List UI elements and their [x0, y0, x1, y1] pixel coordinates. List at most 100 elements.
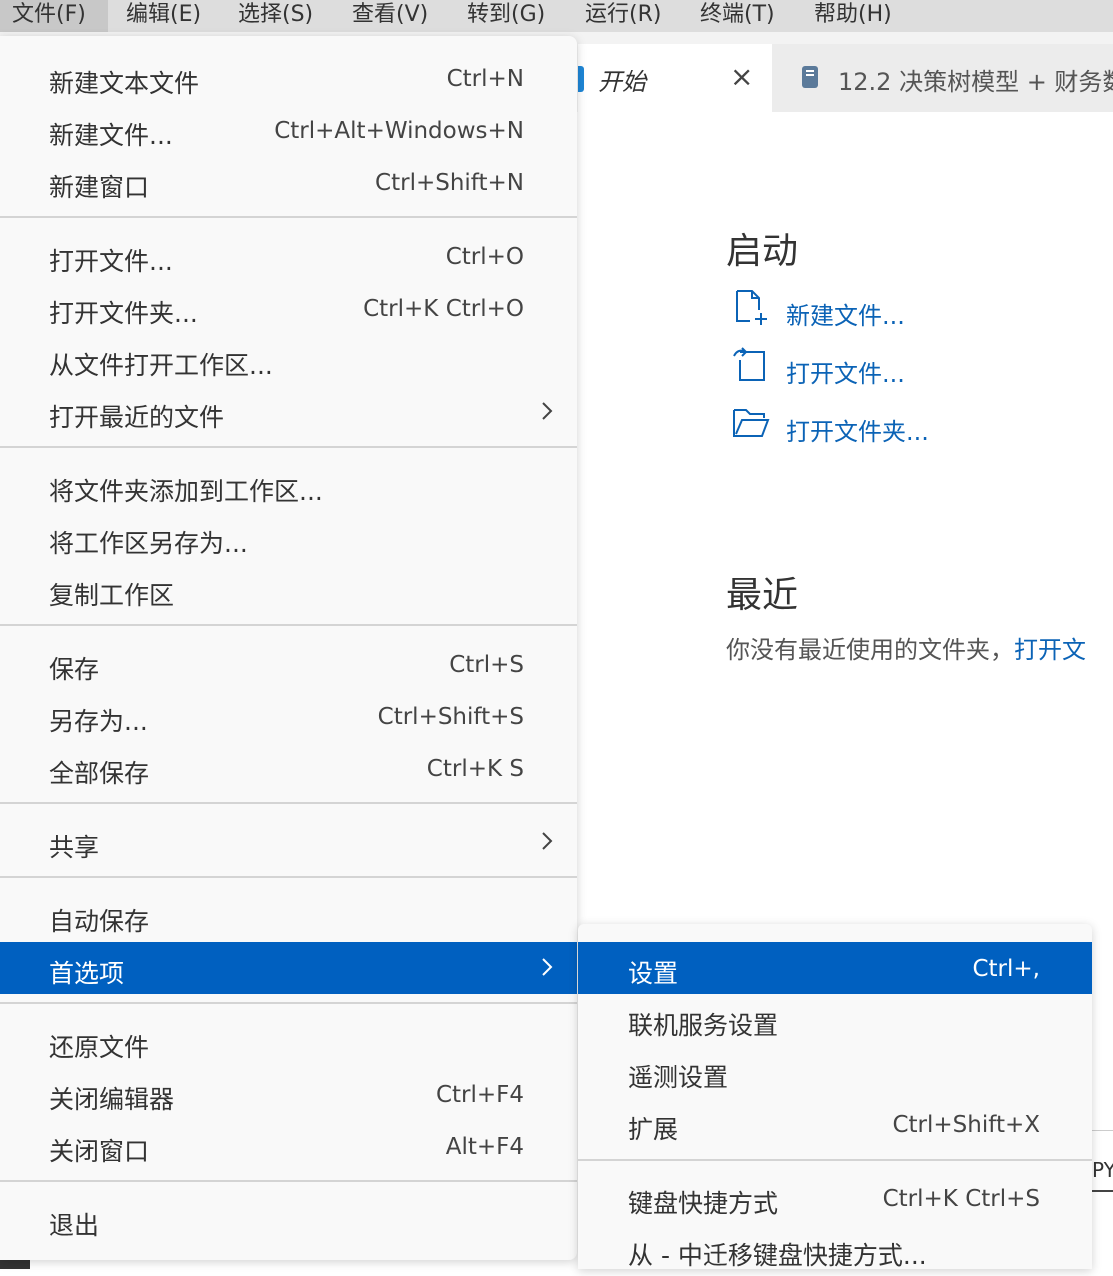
- menu-separator: [0, 446, 577, 448]
- menu-item-save-as[interactable]: 另存为... Ctrl+Shift+S: [0, 690, 577, 742]
- chevron-right-icon: [542, 402, 553, 420]
- menu-item-preferences[interactable]: 首选项: [0, 942, 577, 994]
- menu-separator: [0, 876, 577, 878]
- open-folder-link[interactable]: 打开文件夹...: [786, 412, 929, 447]
- recent-heading: 最近: [726, 575, 799, 616]
- menu-terminal[interactable]: 终端(T): [700, 0, 775, 32]
- submenu-item-label: 从 - 中迁移键盘快捷方式...: [628, 1241, 927, 1270]
- menu-item-close-editor[interactable]: 关闭编辑器 Ctrl+F4: [0, 1068, 577, 1120]
- file-menu: 新建文本文件 Ctrl+N 新建文件... Ctrl+Alt+Windows+N…: [0, 36, 577, 1260]
- menu-separator: [0, 624, 577, 626]
- menu-item-label: 新建文本文件: [49, 69, 200, 98]
- recent-message: 你没有最近使用的文件夹，: [726, 636, 1014, 664]
- menu-bar: 文件(F) 编辑(E) 选择(S) 查看(V) 转到(G) 运行(R) 终端(T…: [0, 0, 1113, 32]
- menu-item-open-recent[interactable]: 打开最近的文件: [0, 386, 577, 438]
- menu-edit[interactable]: 编辑(E): [126, 0, 201, 32]
- close-icon[interactable]: ×: [730, 60, 753, 93]
- submenu-item-label: 扩展: [628, 1115, 679, 1144]
- submenu-item-telemetry[interactable]: 遥测设置: [578, 1046, 1092, 1098]
- chevron-right-icon: [542, 832, 553, 850]
- menu-run[interactable]: 运行(R): [585, 0, 661, 32]
- menu-item-label: 自动保存: [49, 907, 150, 936]
- menu-item-shortcut: Ctrl+F4: [435, 1082, 524, 1108]
- start-heading: 启动: [726, 231, 799, 272]
- menu-item-shortcut: Ctrl+O: [445, 244, 524, 270]
- panel-divider: [1092, 1130, 1113, 1131]
- menu-item-open-workspace[interactable]: 从文件打开工作区...: [0, 334, 577, 386]
- submenu-item-keyboard-shortcuts[interactable]: 键盘快捷方式 Ctrl+K Ctrl+S: [578, 1172, 1092, 1224]
- menu-item-add-folder-workspace[interactable]: 将文件夹添加到工作区...: [0, 460, 577, 512]
- tab-accent: [578, 66, 584, 92]
- menu-item-open-folder[interactable]: 打开文件夹... Ctrl+K Ctrl+O: [0, 282, 577, 334]
- notebook-icon: [802, 66, 818, 88]
- tab-notebook-label: 12.2 决策树模型 + 财务数: [838, 68, 1113, 96]
- menu-item-shortcut: Ctrl+N: [446, 66, 524, 92]
- menu-item-auto-save[interactable]: 自动保存: [0, 890, 577, 942]
- menu-selection[interactable]: 选择(S): [238, 0, 313, 32]
- submenu-item-label: 键盘快捷方式: [628, 1189, 779, 1218]
- open-file-link[interactable]: 打开文件...: [786, 354, 905, 389]
- open-file-icon: [733, 347, 765, 381]
- menu-item-revert-file[interactable]: 还原文件: [0, 1016, 577, 1068]
- submenu-item-shortcut: Ctrl+,: [972, 956, 1040, 982]
- menu-item-new-text-file[interactable]: 新建文本文件 Ctrl+N: [0, 52, 577, 104]
- menu-item-duplicate-workspace[interactable]: 复制工作区: [0, 564, 577, 616]
- menu-item-label: 还原文件: [49, 1033, 150, 1062]
- submenu-item-settings[interactable]: 设置 Ctrl+,: [578, 942, 1092, 994]
- menu-item-label: 打开文件...: [49, 247, 173, 276]
- menu-item-label: 新建文件...: [49, 121, 173, 150]
- submenu-item-shortcut: Ctrl+K Ctrl+S: [882, 1186, 1040, 1212]
- menu-item-label: 全部保存: [49, 759, 150, 788]
- open-folder-inline-link[interactable]: 打开文: [1014, 636, 1086, 664]
- menu-separator: [0, 216, 577, 218]
- open-folder-icon: [733, 409, 770, 437]
- menu-item-shortcut: Ctrl+S: [449, 652, 524, 678]
- menu-separator: [0, 802, 577, 804]
- submenu-item-label: 设置: [628, 959, 679, 988]
- menu-item-exit[interactable]: 退出: [0, 1194, 577, 1246]
- menu-item-new-file[interactable]: 新建文件... Ctrl+Alt+Windows+N: [0, 104, 577, 156]
- menu-item-shortcut: Ctrl+K S: [426, 756, 524, 782]
- menu-item-share[interactable]: 共享: [0, 816, 577, 868]
- submenu-item-migrate-keybindings[interactable]: 从 - 中迁移键盘快捷方式...: [578, 1224, 1092, 1276]
- menu-item-shortcut: Alt+F4: [445, 1134, 524, 1160]
- submenu-item-shortcut: Ctrl+Shift+X: [892, 1112, 1040, 1138]
- submenu-item-label: 联机服务设置: [628, 1011, 779, 1040]
- menu-item-label: 新建窗口: [49, 173, 150, 202]
- recent-text: 你没有最近使用的文件夹，打开文: [726, 630, 1086, 665]
- menu-item-label: 复制工作区: [49, 581, 175, 610]
- tab-notebook[interactable]: 12.2 决策树模型 + 财务数: [772, 44, 1113, 112]
- menu-item-label: 关闭编辑器: [49, 1085, 175, 1114]
- menu-item-new-window[interactable]: 新建窗口 Ctrl+Shift+N: [0, 156, 577, 208]
- menu-go[interactable]: 转到(G): [467, 0, 545, 32]
- tab-start[interactable]: 开始 ×: [578, 44, 772, 112]
- submenu-item-extensions[interactable]: 扩展 Ctrl+Shift+X: [578, 1098, 1092, 1150]
- menu-item-save[interactable]: 保存 Ctrl+S: [0, 638, 577, 690]
- new-file-icon: [736, 290, 767, 325]
- menu-item-label: 打开最近的文件: [49, 403, 225, 432]
- menu-item-label: 首选项: [49, 959, 125, 988]
- menu-item-shortcut: Ctrl+Shift+S: [377, 704, 524, 730]
- submenu-item-label: 遥测设置: [628, 1063, 729, 1092]
- menu-item-shortcut: Ctrl+Alt+Windows+N: [274, 118, 524, 144]
- menu-item-label: 另存为...: [49, 707, 148, 736]
- menu-item-label: 打开文件夹...: [49, 299, 198, 328]
- menu-file[interactable]: 文件(F): [0, 0, 108, 32]
- preferences-submenu: 设置 Ctrl+, 联机服务设置 遥测设置 扩展 Ctrl+Shift+X 键盘…: [578, 924, 1092, 1270]
- chevron-right-icon: [542, 958, 553, 976]
- menu-view[interactable]: 查看(V): [352, 0, 428, 32]
- new-file-link[interactable]: 新建文件...: [786, 296, 905, 331]
- menu-item-save-all[interactable]: 全部保存 Ctrl+K S: [0, 742, 577, 794]
- menu-item-open-file[interactable]: 打开文件... Ctrl+O: [0, 230, 577, 282]
- menu-item-label: 关闭窗口: [49, 1137, 150, 1166]
- menu-item-label: 退出: [49, 1211, 100, 1240]
- menu-item-close-window[interactable]: 关闭窗口 Alt+F4: [0, 1120, 577, 1172]
- tab-start-label: 开始: [598, 68, 646, 96]
- menu-separator: [0, 1180, 577, 1182]
- submenu-item-online-services[interactable]: 联机服务设置: [578, 994, 1092, 1046]
- menu-help[interactable]: 帮助(H): [814, 0, 892, 32]
- submenu-separator: [578, 1159, 1092, 1161]
- partial-label: PY: [1092, 1158, 1113, 1182]
- menu-item-label: 保存: [49, 655, 100, 684]
- menu-item-save-workspace-as[interactable]: 将工作区另存为...: [0, 512, 577, 564]
